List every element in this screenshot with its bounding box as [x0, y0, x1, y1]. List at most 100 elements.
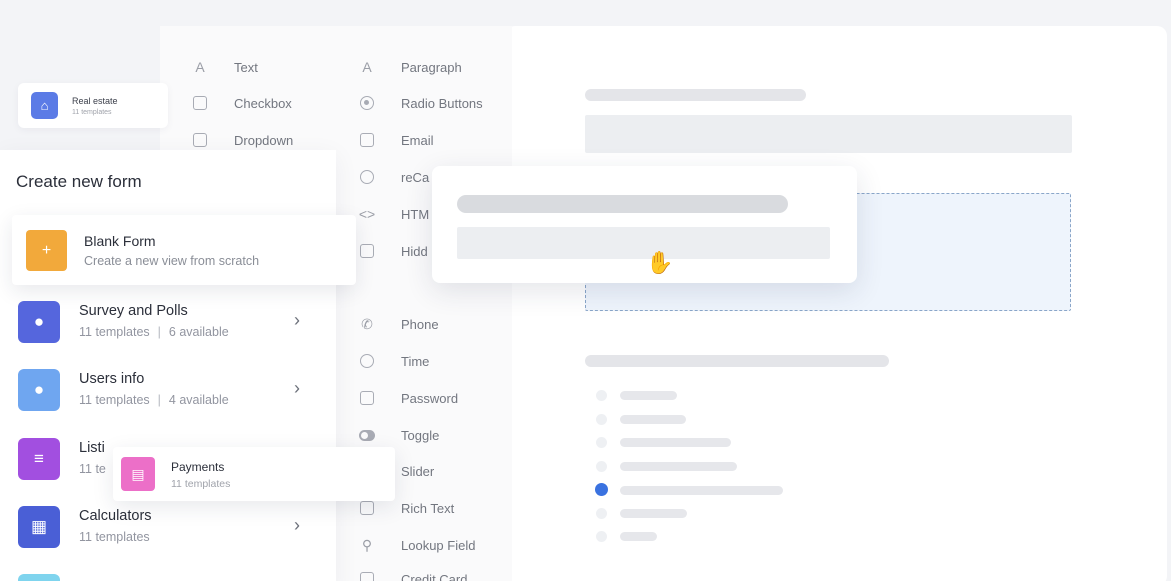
- field-dropdown[interactable]: Dropdown: [192, 132, 293, 148]
- chip-label: Real estate: [72, 95, 118, 106]
- field-lookup[interactable]: ⚲ Lookup Field: [359, 536, 476, 553]
- field-label: Toggle: [401, 427, 440, 443]
- blank-form-subtitle: Create a new view from scratch: [84, 254, 260, 268]
- category-meta: 11 templates | 6 available: [79, 325, 229, 339]
- list-icon: ≡: [18, 438, 60, 480]
- field-recaptcha[interactable]: reCa: [359, 169, 429, 185]
- category-meta: 11 templates: [79, 530, 150, 544]
- field-label: Lookup Field: [401, 537, 476, 553]
- payments-name: Payments: [171, 460, 225, 474]
- clock-icon: [359, 353, 375, 369]
- field-radio-buttons[interactable]: Radio Buttons: [359, 95, 483, 111]
- field-label: Slider: [401, 463, 435, 479]
- hidden-icon: [359, 243, 375, 259]
- category-meta: 11 te: [79, 462, 106, 476]
- panel-title: Create new form: [16, 172, 142, 191]
- option-placeholder: [620, 415, 686, 424]
- payment-icon: ▤: [121, 457, 155, 491]
- field-label: Hidd: [401, 243, 428, 259]
- category-meta: 11 templates | 4 available: [79, 393, 229, 407]
- checkbox-icon: [192, 95, 208, 111]
- option-placeholder: [620, 509, 687, 518]
- home-icon: ⌂: [31, 92, 58, 119]
- field-label: Phone: [401, 316, 439, 332]
- field-label: Radio Buttons: [401, 95, 483, 111]
- field-time[interactable]: Time: [359, 353, 429, 369]
- option-placeholder: [620, 438, 731, 447]
- shield-icon: [359, 169, 375, 185]
- radio-option[interactable]: [596, 531, 607, 542]
- chevron-right-icon: ›: [294, 515, 300, 535]
- field-paragraph[interactable]: A Paragraph: [359, 59, 462, 75]
- chip-meta: 11 templates: [72, 108, 112, 116]
- canvas-field-placeholder: [585, 115, 1072, 153]
- template-chip-real-estate[interactable]: ⌂ Real estate 11 templates: [18, 83, 168, 128]
- field-phone[interactable]: ✆ Phone: [359, 315, 439, 332]
- chat-icon: ●: [18, 301, 60, 343]
- dragged-input-placeholder: [457, 227, 830, 259]
- field-hidden[interactable]: Hidd: [359, 243, 428, 259]
- radio-option[interactable]: [596, 508, 607, 519]
- category-icon-partial: [18, 574, 60, 581]
- lock-icon: [359, 390, 375, 406]
- template-chip-payments[interactable]: ▤ Payments 11 templates: [113, 447, 395, 501]
- field-label: Rich Text: [401, 500, 455, 516]
- field-html[interactable]: <> HTM: [359, 206, 429, 222]
- grab-hand-icon: ✋: [646, 250, 674, 275]
- field-email[interactable]: Email: [359, 132, 434, 148]
- field-label: Paragraph: [401, 59, 462, 75]
- credit-card-icon: [359, 571, 375, 581]
- field-label: Time: [401, 353, 430, 369]
- search-icon: ⚲: [361, 536, 373, 553]
- radio-option[interactable]: [596, 437, 607, 448]
- radio-option[interactable]: [596, 390, 607, 401]
- calculator-icon: ▦: [18, 506, 60, 548]
- text-icon: A: [195, 59, 205, 75]
- option-placeholder: [620, 532, 657, 541]
- field-label: HTM: [401, 206, 430, 222]
- option-placeholder: [620, 391, 677, 400]
- category-users-info[interactable]: ● Users info 11 templates | 4 available ›: [18, 369, 318, 413]
- category-name: Listi: [79, 440, 105, 456]
- field-text[interactable]: A Text: [192, 59, 258, 75]
- field-label: Text: [234, 59, 258, 75]
- paragraph-icon: A: [362, 59, 372, 75]
- dropdown-icon: [192, 132, 208, 148]
- field-checkbox[interactable]: Checkbox: [192, 95, 292, 111]
- field-label: Credit Card: [401, 571, 468, 581]
- category-name: Users info: [79, 371, 145, 387]
- users-icon: ●: [18, 369, 60, 411]
- option-placeholder: [620, 486, 783, 495]
- dragged-label-placeholder: [457, 195, 788, 213]
- canvas-label-placeholder: [585, 355, 889, 367]
- category-calculators[interactable]: ▦ Calculators 11 templates ›: [18, 506, 318, 550]
- field-label: Email: [401, 132, 434, 148]
- option-placeholder: [620, 462, 737, 471]
- category-survey-polls[interactable]: ● Survey and Polls 11 templates | 6 availa…: [18, 301, 318, 345]
- radio-icon: [359, 95, 375, 111]
- category-name: Calculators: [79, 508, 152, 524]
- blank-form-title: Blank Form: [84, 233, 156, 249]
- field-rich-text[interactable]: Rich Text: [359, 500, 454, 516]
- field-password[interactable]: Password: [359, 390, 458, 406]
- radio-option[interactable]: [596, 414, 607, 425]
- chevron-right-icon: ›: [294, 310, 300, 330]
- phone-icon: ✆: [361, 315, 373, 332]
- canvas-title-placeholder: [585, 89, 806, 101]
- field-toggle[interactable]: Toggle: [359, 427, 439, 443]
- field-label: Dropdown: [234, 132, 294, 148]
- category-name: Survey and Polls: [79, 303, 188, 319]
- field-credit-card[interactable]: Credit Card: [359, 571, 467, 581]
- field-label: Password: [401, 390, 459, 406]
- toggle-icon: [359, 427, 375, 443]
- dragged-field-card[interactable]: [432, 166, 857, 283]
- rich-text-icon: [359, 500, 375, 516]
- payments-meta: 11 templates: [171, 478, 231, 490]
- email-icon: [359, 132, 375, 148]
- plus-icon: +: [26, 230, 67, 271]
- radio-option-selected[interactable]: [595, 483, 608, 496]
- code-icon: <>: [358, 206, 376, 222]
- field-label: Checkbox: [234, 95, 292, 111]
- chevron-right-icon: ›: [294, 378, 300, 398]
- radio-option[interactable]: [596, 461, 607, 472]
